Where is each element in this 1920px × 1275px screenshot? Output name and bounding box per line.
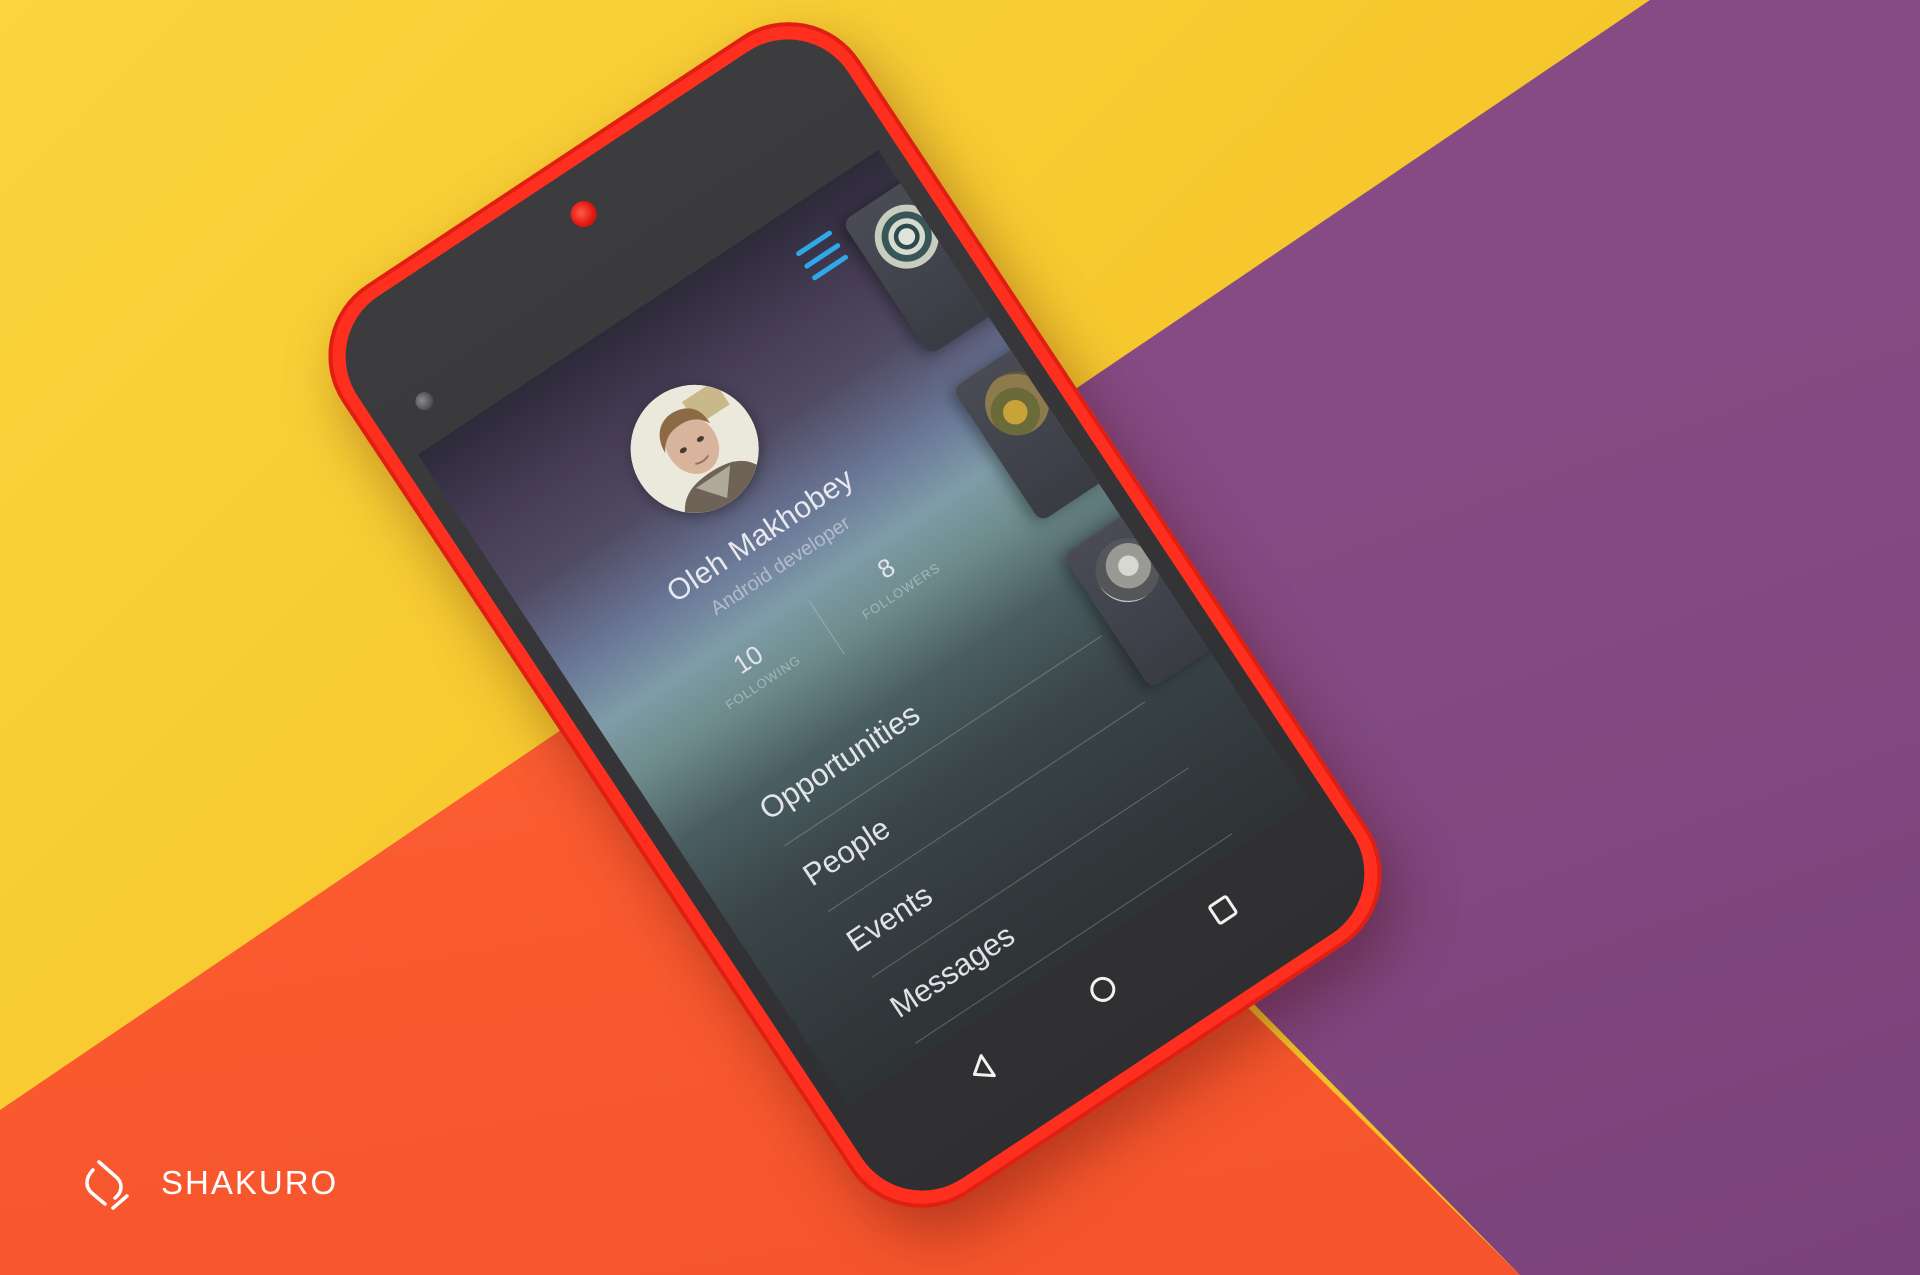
recents-square-icon[interactable] [1192,879,1253,940]
home-circle-icon[interactable] [1072,959,1133,1020]
hamburger-menu-icon[interactable] [795,229,849,282]
brand-name: SHAKURO [161,1164,339,1201]
back-triangle-icon[interactable] [952,1038,1013,1099]
brand-logo: SHAKURO [75,1148,338,1218]
scene: Oleh Makhobey Android developer 10 FOLLO… [0,0,1920,1275]
avatar[interactable] [605,360,784,538]
avatar-photo [605,360,784,538]
shakuro-logo-icon [75,1148,145,1218]
